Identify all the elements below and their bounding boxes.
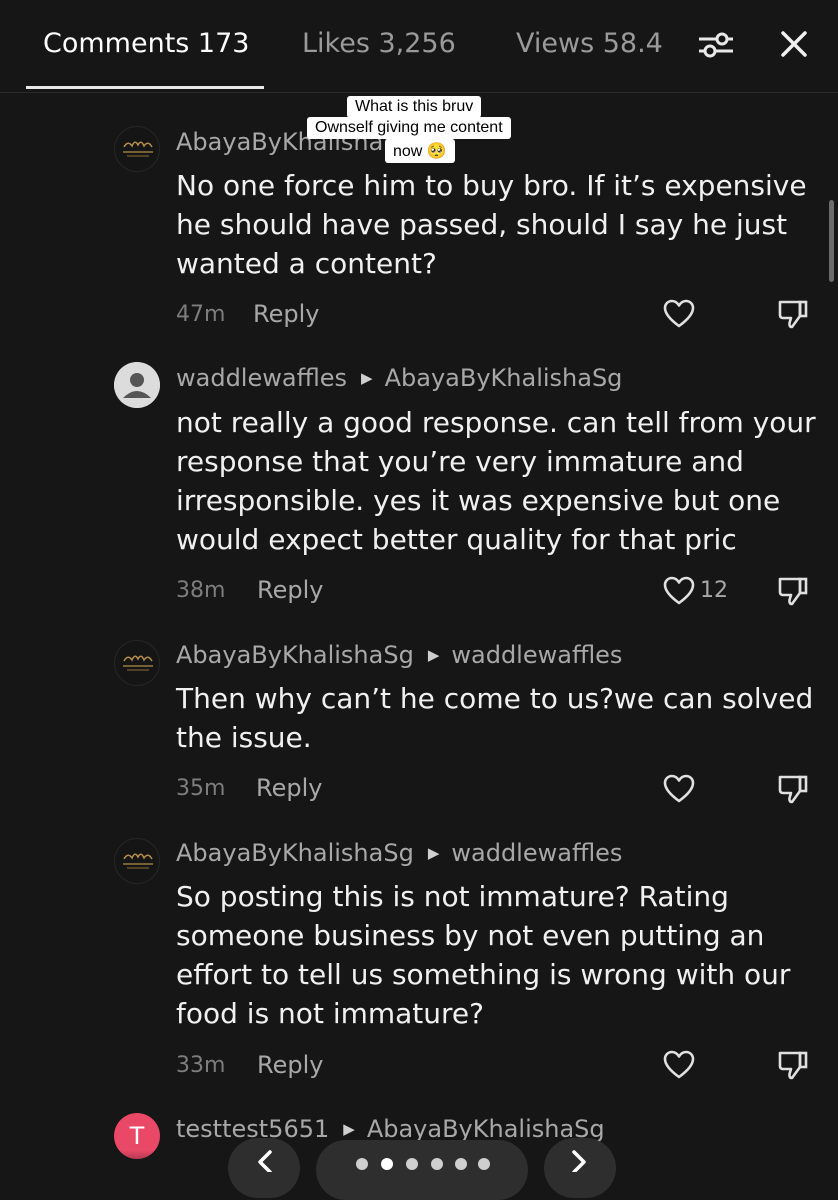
comment-timestamp: 38m <box>176 578 226 603</box>
next-button[interactable] <box>544 1138 616 1198</box>
heart-icon[interactable] <box>662 298 696 330</box>
close-icon[interactable] <box>778 28 810 60</box>
page-dot[interactable] <box>356 1158 368 1170</box>
comment-timestamp: 33m <box>176 1053 226 1078</box>
avatar[interactable] <box>114 126 160 172</box>
chevron-left-icon <box>258 1150 272 1174</box>
page-dot[interactable] <box>455 1158 467 1170</box>
avatar[interactable] <box>114 640 160 686</box>
comment-text: So posting this is not immature? Rating … <box>176 880 791 1030</box>
reply-arrow-icon: ▶ <box>427 844 440 862</box>
reply-button[interactable]: Reply <box>253 300 319 328</box>
heart-icon[interactable] <box>662 773 696 805</box>
like-count: 12 <box>700 578 728 603</box>
avatar[interactable] <box>114 838 160 884</box>
reply-to-user[interactable]: waddlewaffles <box>451 641 622 669</box>
thumbs-down-icon[interactable] <box>776 773 810 805</box>
thumbs-down-icon[interactable] <box>776 1049 810 1081</box>
comment-timestamp: 35m <box>176 776 226 801</box>
page-dot-active[interactable] <box>381 1158 393 1170</box>
reply-to-user[interactable]: waddlewaffles <box>451 839 622 867</box>
default-user-icon <box>114 362 160 408</box>
heart-icon[interactable] <box>662 1049 696 1081</box>
tab-comments[interactable]: Comments 173 <box>43 28 249 59</box>
sticker-line-3: now 🥺 <box>385 139 455 163</box>
thumbs-down-icon[interactable] <box>776 298 810 330</box>
page-indicator <box>316 1140 528 1200</box>
brand-logo-icon <box>123 141 153 157</box>
sticker-line-1: What is this bruv <box>347 96 482 118</box>
reply-to-user[interactable]: AbayaByKhalishaSg <box>385 364 623 392</box>
scrollbar-thumb[interactable] <box>829 200 834 282</box>
comment-author[interactable]: AbayaByKhalishaSg <box>176 839 414 867</box>
thumbs-down-icon[interactable] <box>776 575 810 607</box>
filter-sliders-icon[interactable] <box>696 30 736 60</box>
comment-text: No one force him to buy bro. If it’s exp… <box>176 169 807 280</box>
page-dot[interactable] <box>406 1158 418 1170</box>
sticker-line-2: Ownself giving me content <box>307 117 511 139</box>
comment-author-line: AbayaByKhalishaSg ▶ waddlewaffles <box>176 641 622 669</box>
comment-timestamp: 47m <box>176 302 226 327</box>
comment-author[interactable]: waddlewaffles <box>176 364 347 392</box>
comment-author[interactable]: AbayaByKhalishaSg <box>176 641 414 669</box>
brand-logo-icon <box>123 655 153 671</box>
page-dot[interactable] <box>431 1158 443 1170</box>
reply-arrow-icon: ▶ <box>361 369 373 387</box>
comment-text: Then why can’t he come to us?we can solv… <box>176 682 814 754</box>
page-dot[interactable] <box>478 1158 490 1170</box>
chevron-right-icon <box>572 1150 586 1174</box>
reply-arrow-icon: ▶ <box>343 1120 355 1138</box>
comment-author-line: waddlewaffles ▶ AbayaByKhalishaSg <box>176 364 622 392</box>
comment-author-line: AbayaByKhalishaSg ▶ waddlewaffles <box>176 839 622 867</box>
reply-button[interactable]: Reply <box>257 1051 323 1079</box>
reply-arrow-icon: ▶ <box>427 646 440 664</box>
reply-button[interactable]: Reply <box>256 774 322 802</box>
brand-logo-icon <box>123 853 153 869</box>
tab-likes[interactable]: Likes 3,256 <box>302 28 456 59</box>
reply-button[interactable]: Reply <box>257 576 323 604</box>
heart-icon[interactable] <box>662 575 696 607</box>
previous-button[interactable] <box>228 1138 300 1198</box>
tab-bar: Comments 173 Likes 3,256 Views 58.4 <box>0 0 838 93</box>
avatar[interactable] <box>114 362 160 408</box>
active-tab-indicator <box>26 86 264 89</box>
comment-text: not really a good response. can tell fro… <box>176 406 816 556</box>
tab-views[interactable]: Views 58.4 <box>516 28 663 59</box>
